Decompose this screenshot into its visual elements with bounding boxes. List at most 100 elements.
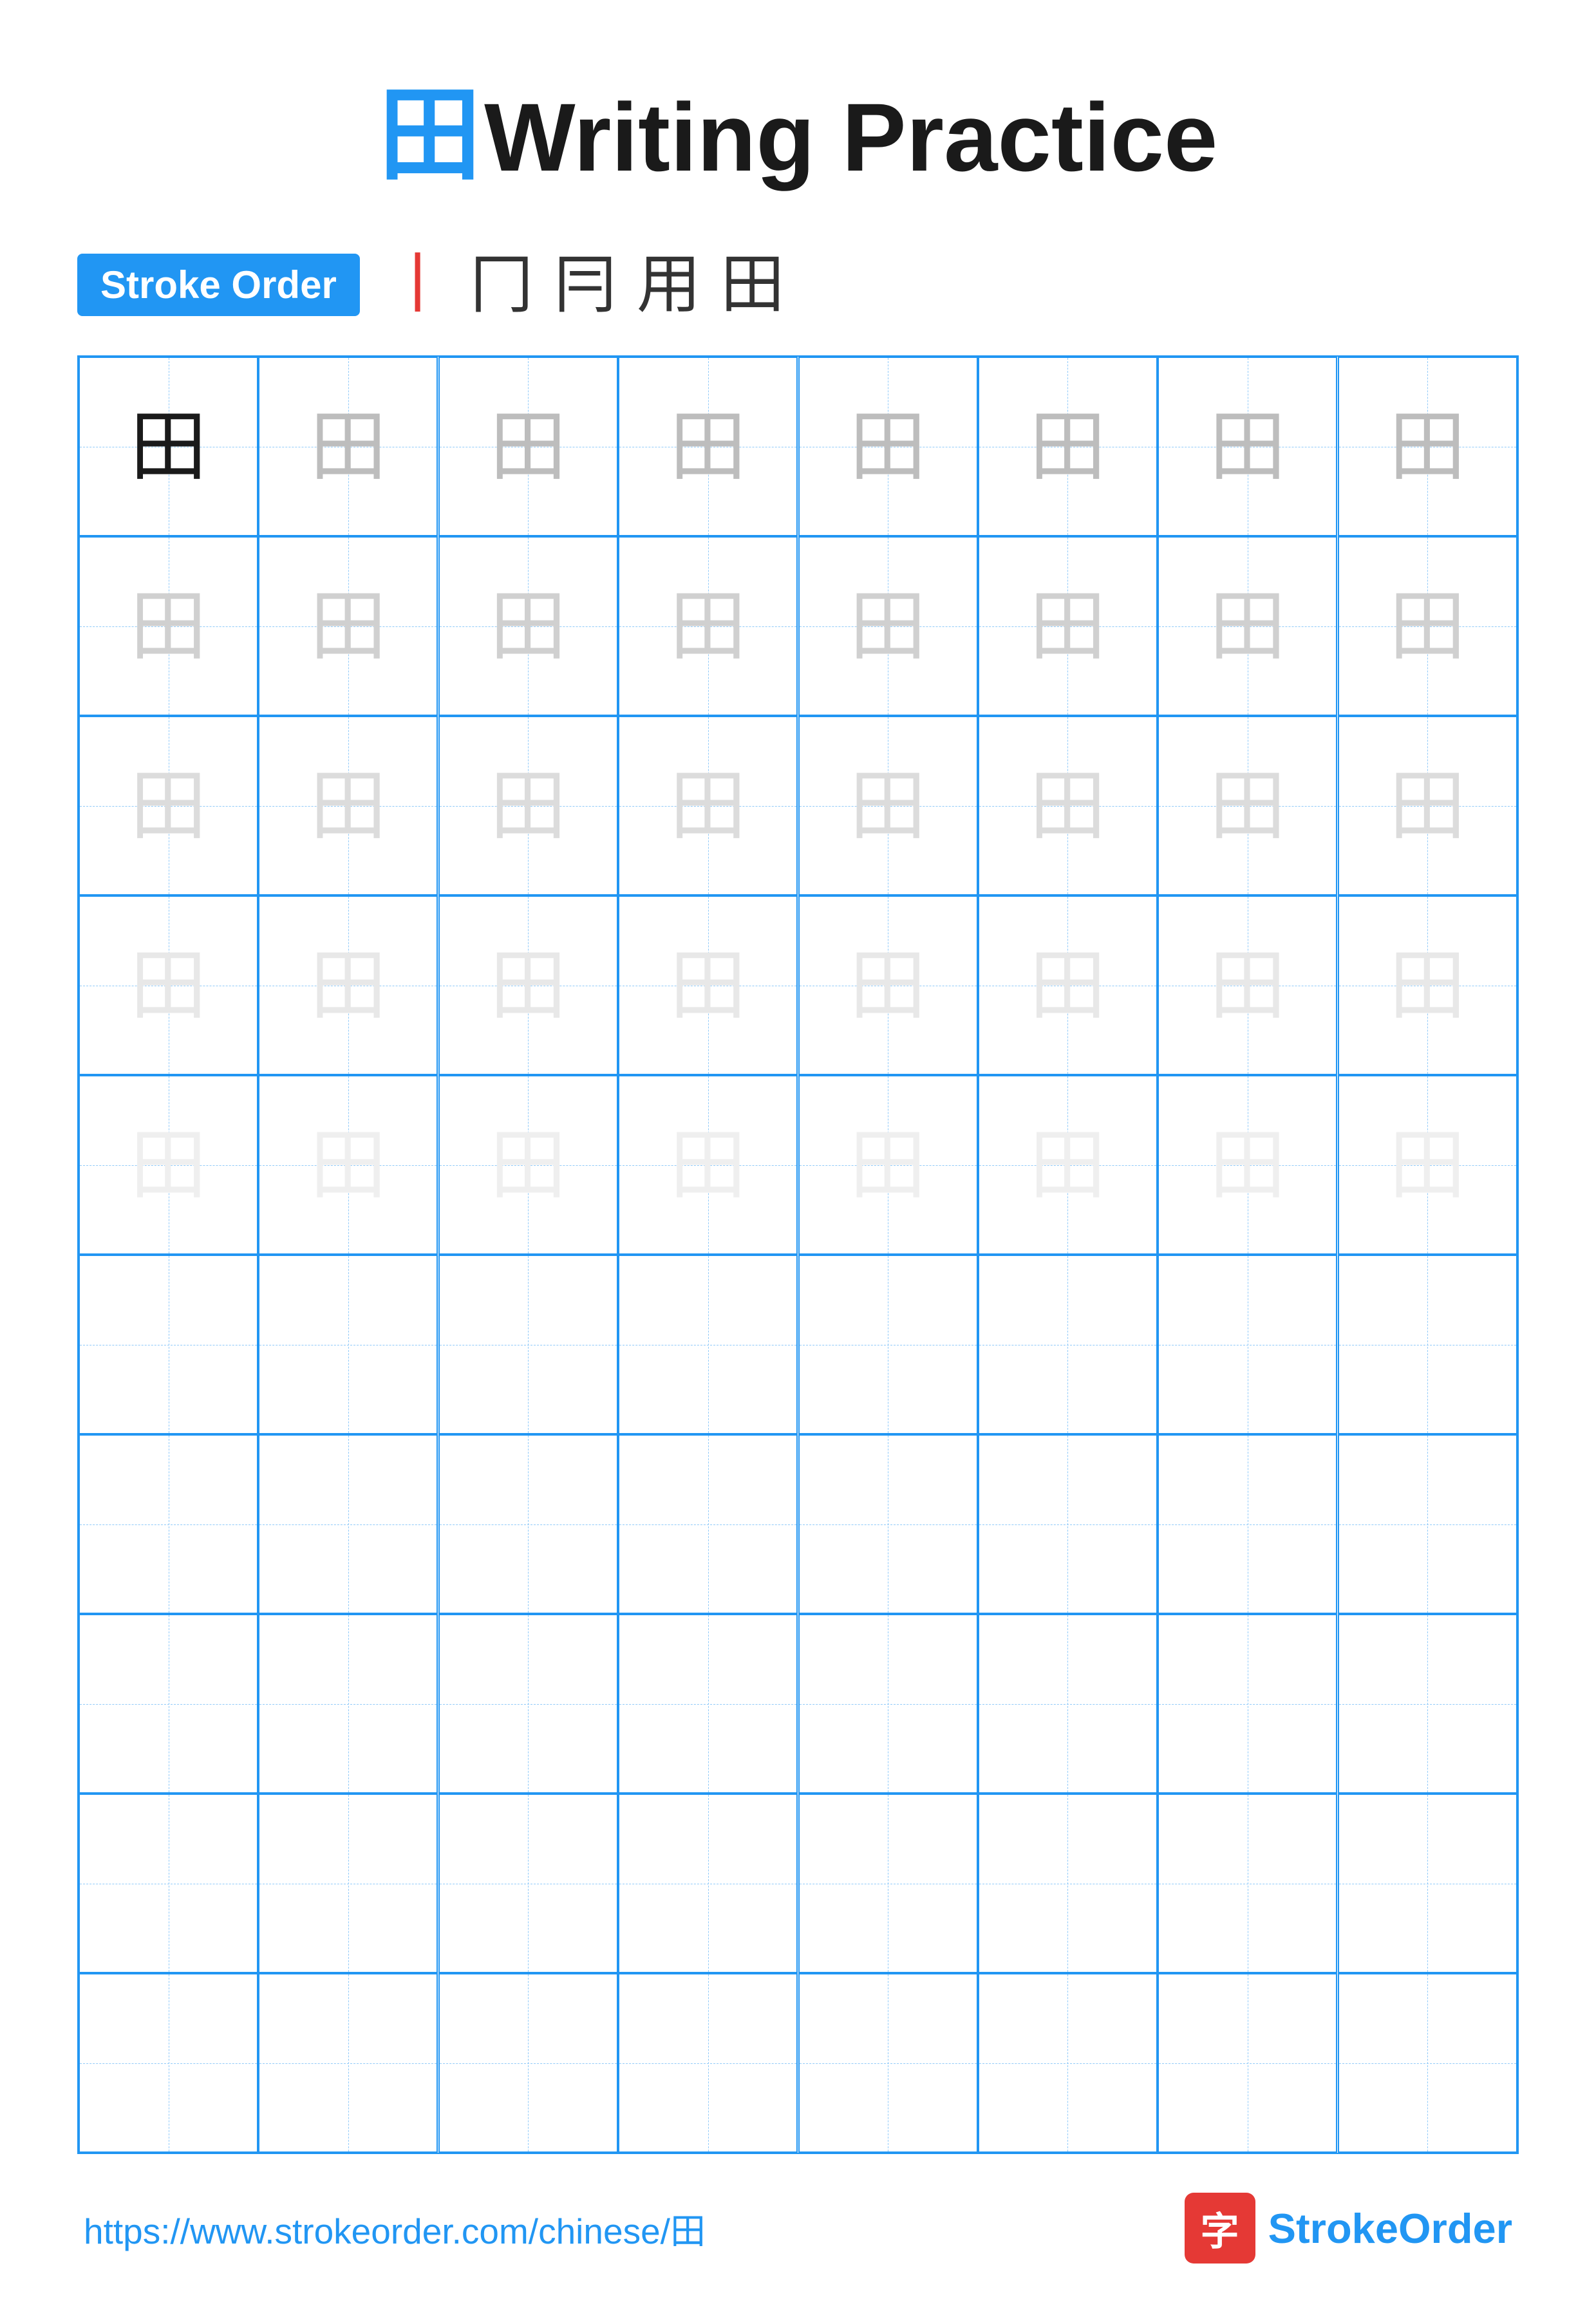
grid-cell[interactable]: 田 — [258, 1075, 438, 1255]
grid-cell-empty[interactable] — [1338, 1255, 1517, 1434]
grid-cell[interactable]: 田 — [798, 1075, 978, 1255]
grid-cell-empty[interactable] — [798, 1794, 978, 1973]
grid-cell[interactable]: 田 — [79, 1075, 258, 1255]
grid-cell[interactable]: 田 — [618, 716, 798, 895]
grid-cell[interactable]: 田 — [978, 1075, 1158, 1255]
grid-cell[interactable]: 田 — [1338, 716, 1517, 895]
grid-cell[interactable]: 田 — [618, 536, 798, 716]
practice-char: 田 — [849, 767, 926, 845]
grid-cell[interactable]: 田 — [1338, 536, 1517, 716]
grid-cell-empty[interactable] — [438, 1973, 618, 2153]
practice-char: 田 — [130, 767, 207, 845]
grid-cell[interactable]: 田 — [79, 536, 258, 716]
grid-cell[interactable]: 田 — [258, 895, 438, 1075]
practice-char: 田 — [310, 588, 387, 665]
grid-cell-empty[interactable] — [438, 1794, 618, 1973]
grid-cell-empty[interactable] — [79, 1973, 258, 2153]
grid-cell[interactable]: 田 — [438, 1075, 618, 1255]
grid-cell[interactable]: 田 — [798, 536, 978, 716]
grid-cell[interactable]: 田 — [978, 716, 1158, 895]
grid-cell-empty[interactable] — [438, 1434, 618, 1614]
grid-cell-empty[interactable] — [258, 1973, 438, 2153]
grid-cell[interactable]: 田 — [258, 357, 438, 536]
grid-cell-empty[interactable] — [1158, 1434, 1337, 1614]
grid-cell[interactable]: 田 — [79, 716, 258, 895]
grid-cell[interactable]: 田 — [798, 895, 978, 1075]
grid-cell[interactable]: 田 — [438, 357, 618, 536]
grid-cell[interactable]: 田 — [1158, 716, 1337, 895]
grid-cell[interactable]: 田 — [978, 536, 1158, 716]
grid-cell[interactable]: 田 — [438, 536, 618, 716]
practice-char: 田 — [310, 947, 387, 1024]
grid-cell[interactable]: 田 — [258, 536, 438, 716]
stroke-order-chars: 丨 冂 冃 用 田 — [386, 252, 785, 317]
grid-cell[interactable]: 田 — [1158, 357, 1337, 536]
grid-cell[interactable]: 田 — [1338, 1075, 1517, 1255]
grid-cell-empty[interactable] — [1158, 1614, 1337, 1794]
grid-cell-empty[interactable] — [1158, 1794, 1337, 1973]
grid-cell[interactable]: 田 — [1158, 536, 1337, 716]
grid-cell-empty[interactable] — [1158, 1973, 1337, 2153]
grid-cell-empty[interactable] — [258, 1434, 438, 1614]
grid-cell-empty[interactable] — [79, 1614, 258, 1794]
grid-cell-empty[interactable] — [1338, 1434, 1517, 1614]
grid-cell-empty[interactable] — [79, 1255, 258, 1434]
grid-cell-empty[interactable] — [1338, 1973, 1517, 2153]
grid-cell-empty[interactable] — [978, 1973, 1158, 2153]
practice-char: 田 — [670, 767, 747, 845]
practice-char: 田 — [1389, 767, 1466, 845]
practice-char: 田 — [310, 1127, 387, 1204]
grid-cell-empty[interactable] — [258, 1794, 438, 1973]
practice-char: 田 — [670, 588, 747, 665]
grid-cell[interactable]: 田 — [438, 716, 618, 895]
grid-cell-empty[interactable] — [79, 1794, 258, 1973]
practice-char: 田 — [1209, 1127, 1286, 1204]
grid-cell[interactable]: 田 — [978, 357, 1158, 536]
practice-char: 田 — [849, 408, 926, 485]
grid-cell-empty[interactable] — [1338, 1614, 1517, 1794]
grid-cell-empty[interactable] — [258, 1614, 438, 1794]
grid-cell-empty[interactable] — [258, 1255, 438, 1434]
practice-char: 田 — [130, 588, 207, 665]
grid-cell-empty[interactable] — [1158, 1255, 1337, 1434]
grid-cell-empty[interactable] — [978, 1434, 1158, 1614]
grid-cell-empty[interactable] — [798, 1973, 978, 2153]
grid-cell-empty[interactable] — [978, 1794, 1158, 1973]
grid-cell-empty[interactable] — [618, 1794, 798, 1973]
grid-cell[interactable]: 田 — [1338, 357, 1517, 536]
grid-cell-empty[interactable] — [618, 1614, 798, 1794]
grid-cell[interactable]: 田 — [438, 895, 618, 1075]
grid-cell-empty[interactable] — [798, 1255, 978, 1434]
grid-cell-empty[interactable] — [978, 1255, 1158, 1434]
grid-cell-empty[interactable] — [978, 1614, 1158, 1794]
footer-url[interactable]: https://www.strokeorder.com/chinese/田 — [84, 2202, 706, 2254]
grid-cell[interactable]: 田 — [618, 1075, 798, 1255]
practice-char: 田 — [130, 408, 207, 485]
grid-cell-empty[interactable] — [618, 1973, 798, 2153]
grid-cell-empty[interactable] — [798, 1614, 978, 1794]
practice-char: 田 — [670, 408, 747, 485]
practice-char: 田 — [1029, 767, 1106, 845]
stroke-step-5: 田 — [720, 252, 785, 317]
grid-cell[interactable]: 田 — [1338, 895, 1517, 1075]
grid-cell-empty[interactable] — [618, 1255, 798, 1434]
grid-cell[interactable]: 田 — [978, 895, 1158, 1075]
grid-cell[interactable]: 田 — [258, 716, 438, 895]
practice-char: 田 — [130, 1127, 207, 1204]
grid-cell-empty[interactable] — [1338, 1794, 1517, 1973]
grid-cell[interactable]: 田 — [618, 357, 798, 536]
grid-cell[interactable]: 田 — [1158, 1075, 1337, 1255]
grid-cell-empty[interactable] — [798, 1434, 978, 1614]
grid-cell[interactable]: 田 — [798, 716, 978, 895]
grid-cell[interactable]: 田 — [798, 357, 978, 536]
practice-grid: 田 田 田 田 田 田 田 田 田 田 田 — [77, 355, 1519, 2154]
grid-cell[interactable]: 田 — [618, 895, 798, 1075]
stroke-step-2: 冂 — [469, 252, 534, 317]
grid-cell[interactable]: 田 — [79, 895, 258, 1075]
grid-cell-empty[interactable] — [438, 1614, 618, 1794]
grid-cell-empty[interactable] — [79, 1434, 258, 1614]
grid-cell[interactable]: 田 — [79, 357, 258, 536]
grid-cell-empty[interactable] — [618, 1434, 798, 1614]
grid-cell-empty[interactable] — [438, 1255, 618, 1434]
grid-cell[interactable]: 田 — [1158, 895, 1337, 1075]
